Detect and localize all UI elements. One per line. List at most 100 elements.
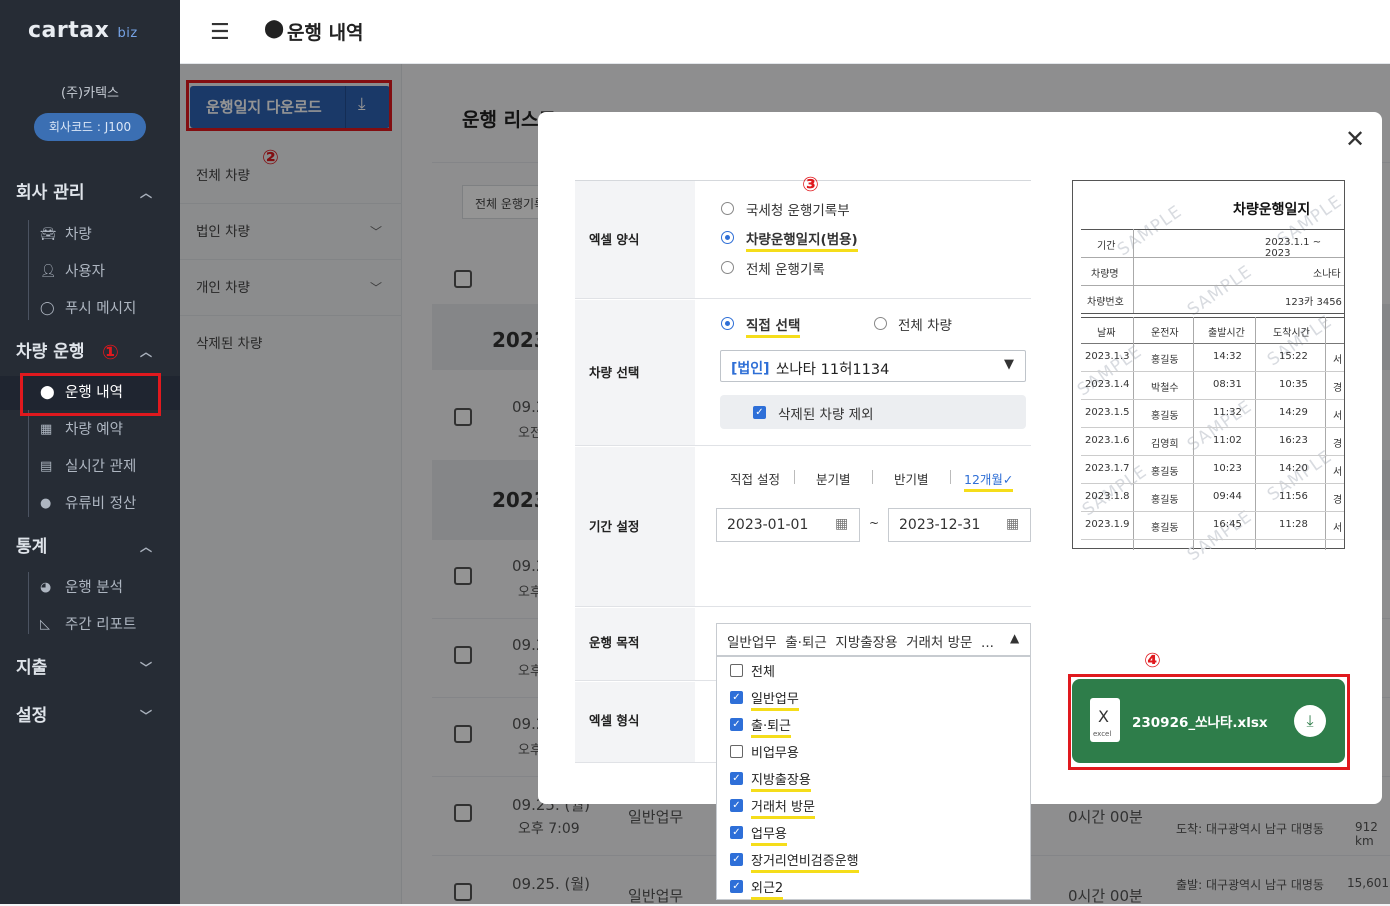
divider	[1081, 229, 1344, 230]
sidebar-item-realtime[interactable]: ▤ 실시간 관제	[0, 450, 180, 484]
company-code-badge: 회사코드 : J100	[34, 113, 146, 141]
preview-cell: 경	[1333, 495, 1343, 506]
sidebar-item-weekly[interactable]: ◺ 주간 리포트	[0, 608, 180, 642]
page-title: 운행 내역	[287, 22, 364, 44]
purpose-option-longrange[interactable]: 장거리연비검증운행	[751, 850, 859, 873]
vehicle-dropdown[interactable]: [법인] 쏘나타 11허1134 ▼	[720, 350, 1026, 382]
purpose-option-trip[interactable]: 지방출장용	[751, 769, 811, 792]
sidebar-item-vehicle[interactable]: 🚘︎ 차량	[0, 218, 180, 252]
purpose-dropdown[interactable]: 일반업무 출·퇴근 지방출장용 거래처 방문 ... ▲	[716, 623, 1031, 656]
section-expense[interactable]: 지출 ﹀	[0, 651, 180, 685]
radio-all-records[interactable]	[721, 261, 734, 274]
purpose-checkbox-business[interactable]: ✓	[730, 826, 743, 839]
purpose-checkbox-commute[interactable]: ✓	[730, 718, 743, 731]
preview-cell: 2023.1.6	[1085, 435, 1130, 446]
sidebar-item-fuel[interactable]: ● 유류비 정산	[0, 487, 180, 521]
purpose-checkbox-outside2[interactable]: ✓	[730, 880, 743, 893]
chevron-up-icon: ︿	[139, 186, 152, 200]
option-all-vehicles[interactable]: 전체 차량	[898, 314, 952, 334]
map-icon: ▤	[40, 459, 53, 474]
section-operation[interactable]: 차량 운행 ︿	[0, 335, 180, 369]
purpose-option-business[interactable]: 업무용	[751, 823, 787, 846]
purpose-option-all[interactable]: 전체	[751, 661, 775, 680]
purpose-checkbox-nonbusiness[interactable]	[730, 745, 743, 758]
radio-nts-log[interactable]	[721, 202, 734, 215]
purpose-option-outside2[interactable]: 외근2	[751, 877, 784, 900]
preview-cell: 11:28	[1279, 519, 1308, 530]
excel-format-label: 엑셀 양식	[575, 181, 695, 298]
hamburger-menu-icon[interactable]: ☰	[210, 20, 230, 45]
preview-cell: 2023.1.7	[1085, 463, 1130, 474]
sidebar-item-reservation[interactable]: ▦ 차량 예약	[0, 413, 180, 447]
option-direct-select[interactable]: 직접 선택	[746, 314, 801, 338]
period-label: 기간 설정	[575, 447, 695, 606]
purpose-checkbox-general[interactable]: ✓	[730, 691, 743, 704]
preview-cell: 홍길동	[1151, 355, 1179, 366]
sidebar-item-push[interactable]: ◯ 푸시 메시지	[0, 292, 180, 326]
divider	[1081, 539, 1344, 540]
car-icon: 🚘︎	[40, 227, 57, 242]
preview-field-key: 기간	[1097, 241, 1116, 252]
preview-cell: 경	[1333, 439, 1343, 450]
divider	[1081, 427, 1344, 428]
preview-cell: 경	[1333, 383, 1343, 394]
area-chart-icon: ◺	[40, 617, 50, 632]
preview-cell: 08:31	[1213, 379, 1242, 390]
exclude-deleted-label: 삭제된 차량 제외	[778, 407, 874, 423]
radio-all-vehicles[interactable]	[874, 317, 887, 330]
section-settings[interactable]: 설정 ﹀	[0, 699, 180, 733]
purpose-option-general[interactable]: 일반업무	[751, 688, 799, 711]
cartax-logo[interactable]: cartax biz	[28, 18, 138, 43]
divider	[1081, 343, 1344, 344]
purpose-checkbox-trip[interactable]: ✓	[730, 772, 743, 785]
purpose-option-client[interactable]: 거래처 방문	[751, 796, 815, 819]
check-icon: ✓	[1002, 472, 1014, 487]
preview-cell: 11:02	[1213, 435, 1242, 446]
purpose-label: 운행 목적	[575, 608, 695, 680]
period-tab-half[interactable]: 반기별	[894, 469, 929, 488]
purpose-summary: 일반업무 출·퇴근 지방출장용 거래처 방문 ...	[727, 635, 994, 651]
preview-cell: 11:32	[1213, 407, 1242, 418]
sidebar-item-users[interactable]: 👤︎ 사용자	[0, 255, 180, 289]
period-tab-12months[interactable]: 12개월✓	[964, 469, 1014, 492]
option-general-log[interactable]: 차량운행일지(범용)	[746, 228, 858, 252]
preview-cell: 14:29	[1279, 407, 1308, 418]
preview-cell: 10:23	[1213, 463, 1242, 474]
purpose-checkbox-client[interactable]: ✓	[730, 799, 743, 812]
exclude-deleted-box[interactable]: ✓ 삭제된 차량 제외	[720, 395, 1026, 429]
divider	[794, 470, 795, 484]
radio-general-log[interactable]	[721, 231, 734, 244]
purpose-option-commute[interactable]: 출·퇴근	[751, 715, 792, 738]
option-nts-log[interactable]: 국세청 운행기록부	[746, 199, 850, 219]
annotation-number-1: ①	[102, 340, 119, 364]
exclude-deleted-checkbox[interactable]: ✓	[753, 406, 766, 419]
preview-col-date: 날짜	[1097, 328, 1116, 339]
sidebar-item-analysis[interactable]: ◕ 운행 분석	[0, 571, 180, 605]
top-header: ☰ ⬤ 운행 내역	[180, 0, 1390, 64]
divider	[1081, 371, 1344, 372]
period-tab-custom[interactable]: 직접 설정	[730, 469, 780, 488]
section-company[interactable]: 회사 관리 ︿	[0, 176, 180, 210]
period-tab-quarter[interactable]: 분기별	[816, 469, 851, 488]
preview-title: 차량운행일지	[1233, 202, 1311, 218]
preview-col-arrive: 도착시간	[1273, 328, 1310, 339]
option-all-records[interactable]: 전체 운행기록	[746, 258, 825, 278]
date-range-separator: ~	[869, 516, 880, 530]
purpose-option-nonbusiness[interactable]: 비업무용	[751, 742, 799, 761]
purpose-checkbox-all[interactable]	[730, 664, 743, 677]
purpose-checkbox-longrange[interactable]: ✓	[730, 853, 743, 866]
preview-cell: 서	[1333, 467, 1343, 478]
divider	[1081, 511, 1344, 512]
calendar-icon[interactable]: ▦	[1006, 516, 1019, 532]
end-date-input[interactable]: 2023-12-31 ▦	[888, 508, 1031, 542]
chevron-up-icon: ︿	[139, 345, 152, 359]
section-stats[interactable]: 통계 ︿	[0, 530, 180, 564]
close-icon[interactable]: ✕	[1345, 125, 1365, 153]
start-date-input[interactable]: 2023-01-01 ▦	[716, 508, 860, 542]
preview-cell: 09:44	[1213, 491, 1242, 502]
annotation-box-4	[1068, 674, 1350, 770]
radio-direct-select[interactable]	[721, 317, 734, 330]
calendar-icon[interactable]: ▦	[835, 516, 848, 532]
sidebar: cartax biz (주)카텍스 회사코드 : J100 회사 관리 ︿ 🚘︎ 차…	[0, 0, 180, 904]
vehicle-select-label: 차량 선택	[575, 300, 695, 445]
